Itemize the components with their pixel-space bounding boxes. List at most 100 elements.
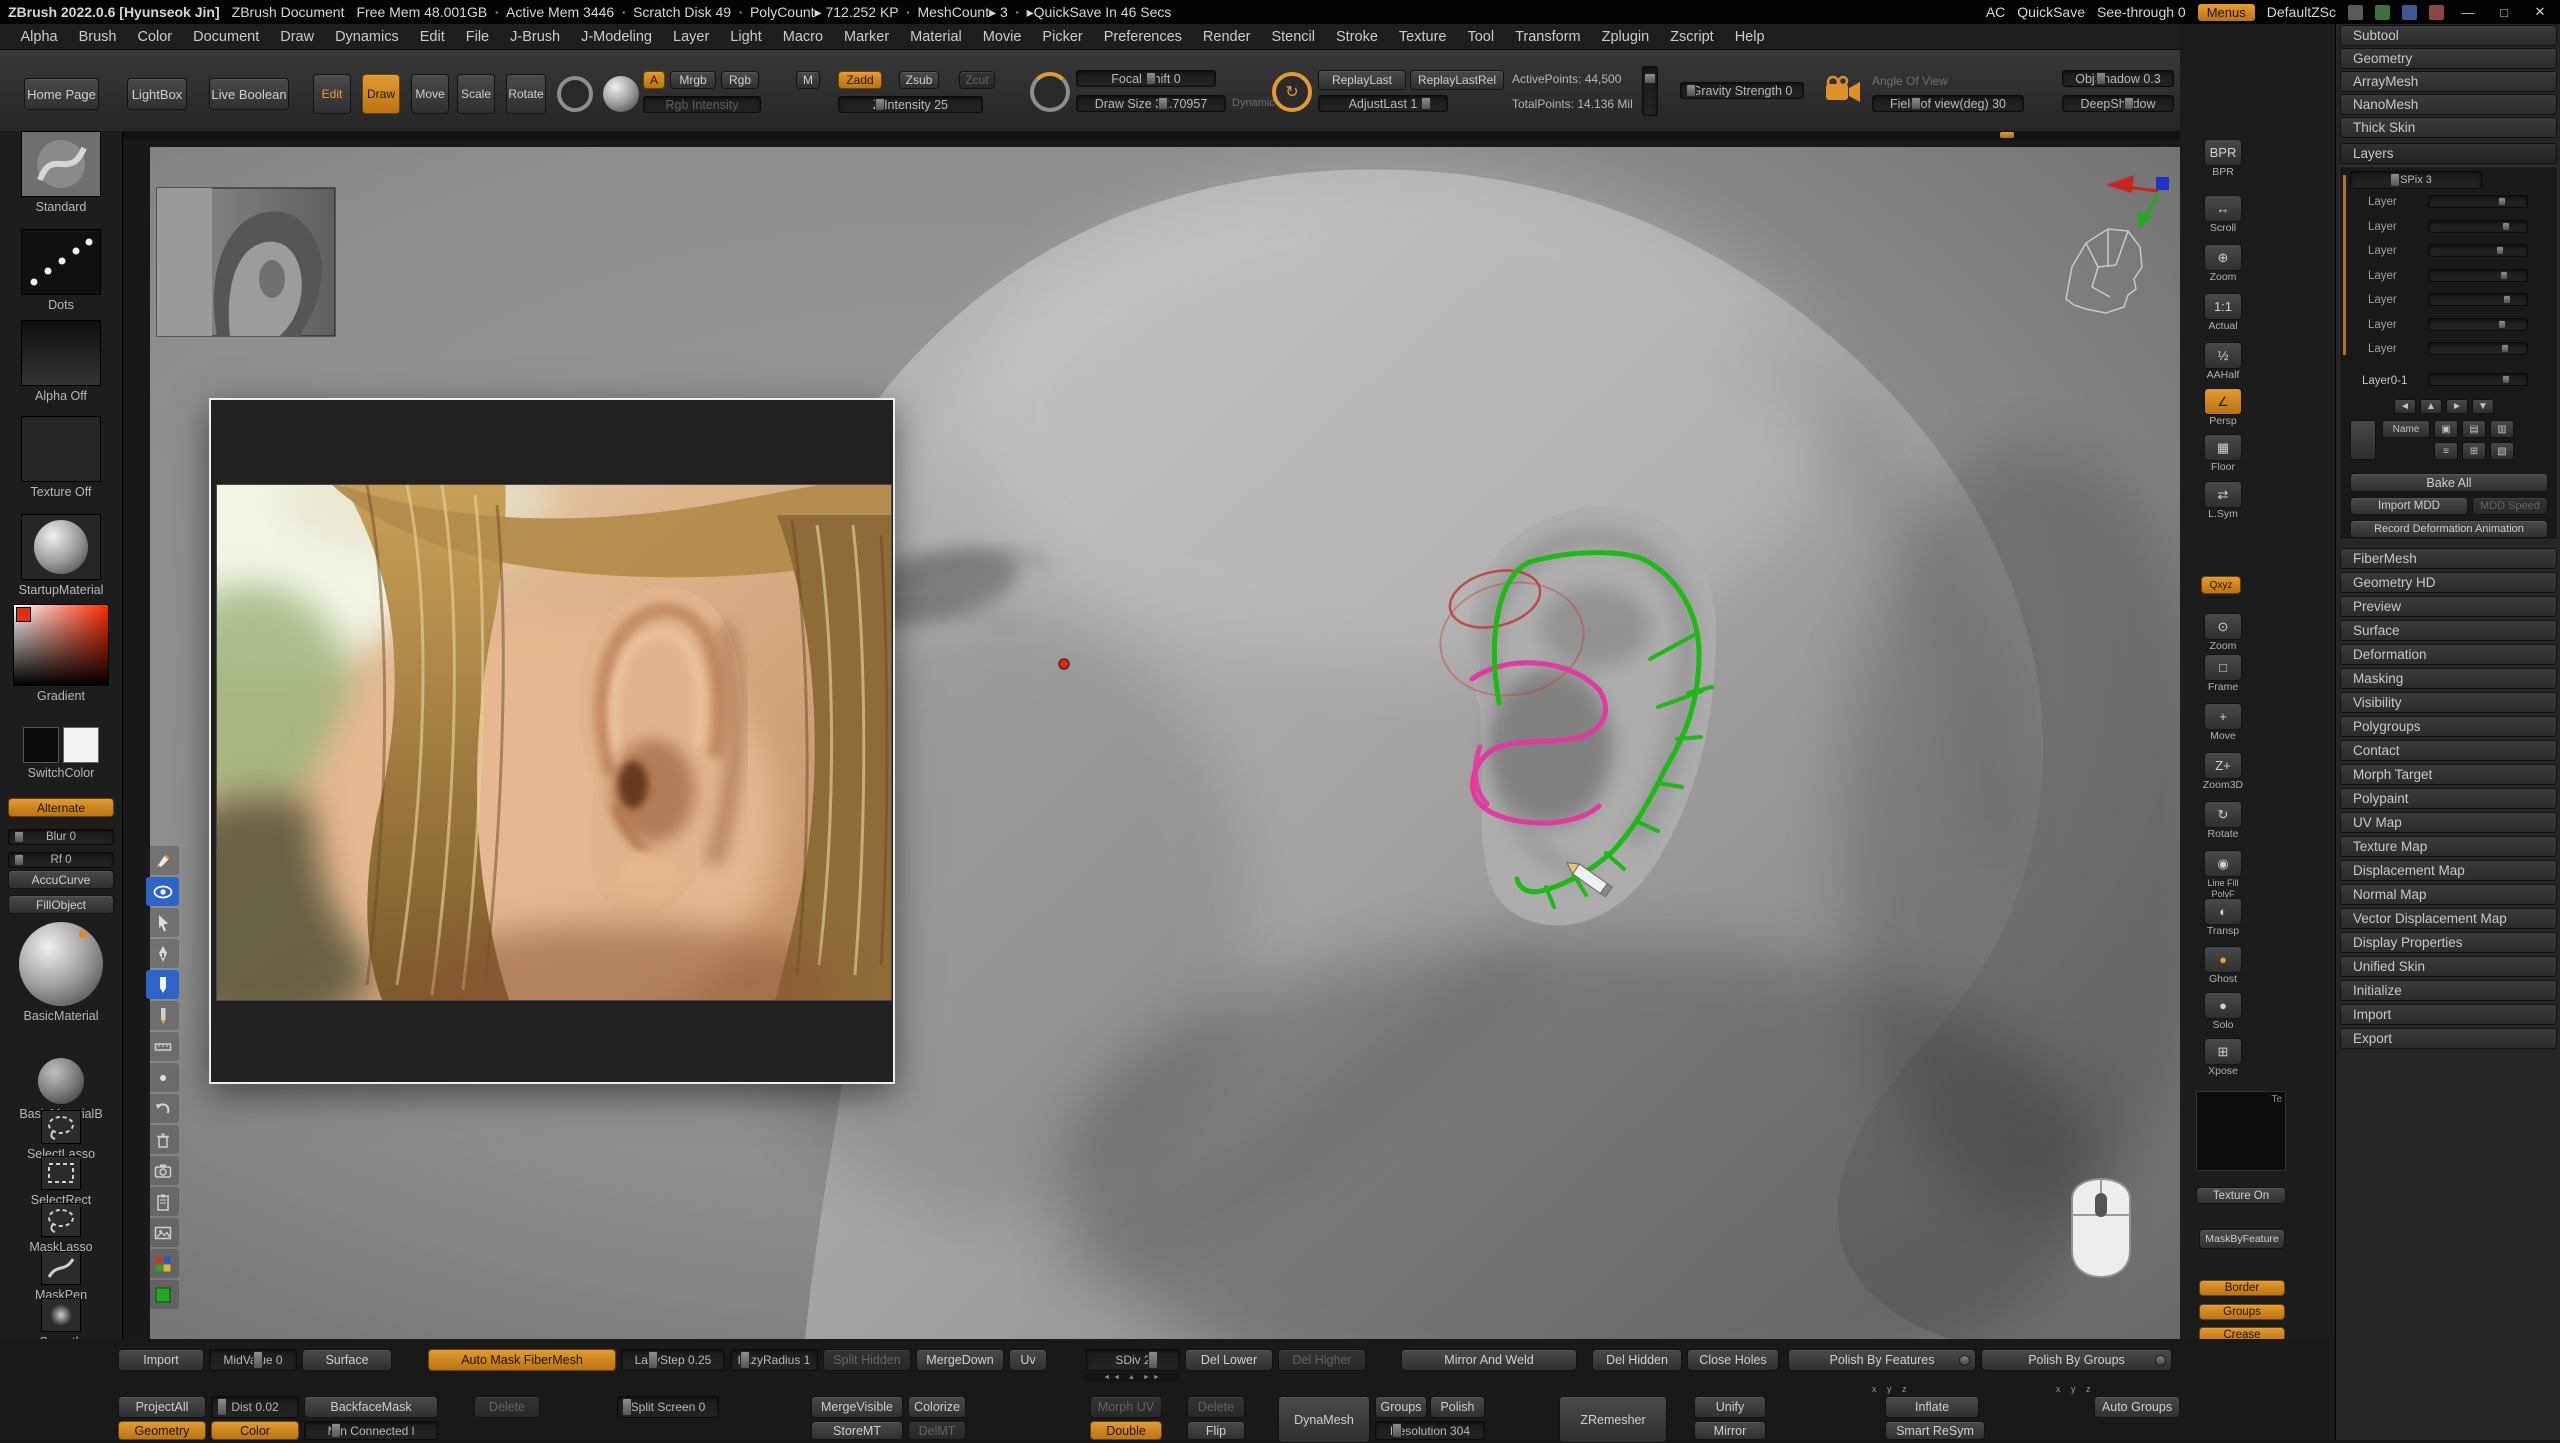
material-sphere-icon[interactable]	[603, 76, 639, 112]
del-hidden-button[interactable]: Del Hidden	[1592, 1349, 1682, 1371]
layer-row-slider[interactable]	[2428, 293, 2528, 306]
layer-icon-button-3[interactable]: ≡	[2434, 442, 2458, 460]
thumb-standard[interactable]	[21, 131, 101, 197]
layer-row-slider[interactable]	[2428, 269, 2528, 282]
close-holes-button[interactable]: Close Holes	[1687, 1349, 1779, 1371]
layer-nav-0[interactable]: ◄	[2394, 399, 2416, 414]
section-export[interactable]: Export	[2340, 1028, 2557, 1049]
alternate-button[interactable]: Alternate	[8, 798, 114, 817]
blur-0-slider[interactable]: Blur 0	[8, 829, 114, 845]
color-swatch-white[interactable]	[63, 727, 99, 763]
thumb-selectrect[interactable]	[41, 1156, 81, 1190]
layer-icon-button-2[interactable]: ▥	[2490, 420, 2514, 438]
layer-nav-3[interactable]: ▼	[2472, 399, 2494, 414]
menu-marker[interactable]: Marker	[834, 29, 900, 45]
m-button[interactable]: M	[796, 71, 820, 89]
menu-stroke[interactable]: Stroke	[1326, 29, 1389, 45]
double-button[interactable]: Double	[1090, 1421, 1162, 1440]
menus-button[interactable]: Menus	[2198, 4, 2255, 21]
right-shelf-bpr[interactable]: BPRBPR	[2201, 139, 2245, 178]
section-preview[interactable]: Preview	[2340, 596, 2557, 617]
right-shelf-scroll[interactable]: ↔Scroll	[2201, 195, 2245, 234]
layer-big-icon-button[interactable]	[2350, 420, 2376, 460]
reference-thumbnail[interactable]	[157, 188, 335, 336]
section-initialize[interactable]: Initialize	[2340, 980, 2557, 1001]
section-import[interactable]: Import	[2340, 1004, 2557, 1025]
lazyradius-1-slider[interactable]: LazyRadius 1	[730, 1349, 818, 1371]
right-shelf-ghost[interactable]: ●Ghost	[2201, 946, 2245, 985]
dist-0-02-slider[interactable]: Dist 0.02	[211, 1396, 299, 1418]
move-button[interactable]: Move	[411, 74, 449, 114]
section-morph-target[interactable]: Morph Target	[2340, 764, 2557, 785]
thumb-texture-off[interactable]	[21, 416, 101, 482]
points-vertical-slider[interactable]	[1642, 66, 1658, 116]
section-surface[interactable]: Surface	[2340, 620, 2557, 641]
draw-size-slider[interactable]: Draw Size 32.70957	[1076, 95, 1226, 112]
field-of-view-slider[interactable]: Field of view(deg) 30	[1872, 95, 2024, 112]
color-button[interactable]: Color	[211, 1421, 299, 1440]
camera-icon[interactable]	[1822, 72, 1864, 112]
switch-color[interactable]	[0, 727, 122, 763]
menu-stencil[interactable]: Stencil	[1261, 29, 1326, 45]
right-shelf-solo[interactable]: ●Solo	[2201, 992, 2245, 1031]
menu-draw[interactable]: Draw	[270, 29, 325, 45]
reference-image-window[interactable]	[209, 398, 895, 1084]
home-page-button[interactable]: Home Page	[24, 78, 99, 110]
right-shelf-floor[interactable]: ▦Floor	[2201, 434, 2245, 473]
menu-zscript[interactable]: Zscript	[1660, 29, 1725, 45]
mdd-speed-button[interactable]: MDD Speed	[2472, 497, 2548, 515]
clipboard-icon[interactable]	[146, 1187, 179, 1216]
thumb-alpha-off[interactable]	[21, 320, 101, 386]
menu-alpha[interactable]: Alpha	[10, 29, 68, 45]
a-button[interactable]: A	[643, 71, 665, 89]
section-thick-skin[interactable]: Thick Skin	[2340, 117, 2557, 138]
layer-icon-button-5[interactable]: ▧	[2490, 442, 2514, 460]
colorize-button[interactable]: Colorize	[908, 1396, 966, 1418]
pencil-icon[interactable]	[146, 1001, 179, 1030]
midvalue-0-slider[interactable]: MidValue 0	[209, 1349, 297, 1371]
groups-button[interactable]: Groups	[1375, 1396, 1427, 1418]
right-shelf-move[interactable]: +Move	[2201, 703, 2245, 742]
inflate-button[interactable]: Inflate	[1885, 1396, 1979, 1418]
border-button[interactable]: Border	[2199, 1280, 2285, 1296]
menu-document[interactable]: Document	[183, 29, 270, 45]
menu-macro[interactable]: Macro	[772, 29, 833, 45]
color-picker[interactable]	[13, 604, 109, 686]
thumb-smooth[interactable]	[41, 1298, 81, 1332]
sdiv-2-slider[interactable]: SDiv 2	[1086, 1349, 1180, 1371]
projectall-button[interactable]: ProjectAll	[118, 1396, 206, 1418]
menu-file[interactable]: File	[455, 29, 499, 45]
dot-icon[interactable]	[146, 1063, 179, 1092]
material-sphere-small[interactable]	[38, 1058, 84, 1104]
zadd-button[interactable]: Zadd	[838, 71, 882, 89]
layer-base-slider[interactable]	[2428, 373, 2528, 386]
right-shelf-l-sym[interactable]: ⇄L.Sym	[2201, 481, 2245, 520]
mirror-button[interactable]: Mirror	[1694, 1421, 1766, 1440]
thumb-selectlasso[interactable]	[41, 1110, 81, 1144]
layer-row-slider[interactable]	[2428, 220, 2528, 233]
menu-movie[interactable]: Movie	[972, 29, 1032, 45]
photo-icon[interactable]	[146, 1218, 179, 1247]
angle-of-view-label[interactable]: Angle Of View	[1872, 74, 1948, 88]
axis-toggle-0[interactable]: x y z	[1872, 1384, 1911, 1394]
import-mdd-button[interactable]: Import MDD	[2350, 497, 2468, 515]
menu-texture[interactable]: Texture	[1388, 29, 1457, 45]
live-boolean-button[interactable]: Live Boolean	[209, 78, 289, 110]
smart-resym-button[interactable]: Smart ReSym	[1885, 1421, 1985, 1440]
brush-preview-icon[interactable]	[557, 76, 593, 112]
section-polygroups[interactable]: Polygroups	[2340, 716, 2557, 737]
titlebar-icon-red[interactable]	[2429, 5, 2444, 20]
layer-row-slider[interactable]	[2428, 318, 2528, 331]
right-shelf-zoom[interactable]: ⊕Zoom	[2201, 244, 2245, 283]
mergedown-button[interactable]: MergeDown	[916, 1349, 1004, 1371]
color-swatch-black[interactable]	[23, 727, 59, 763]
thumb-maskpen[interactable]	[41, 1251, 81, 1285]
layer-icon-button-1[interactable]: ▤	[2462, 420, 2486, 438]
bake-all-button[interactable]: Bake All	[2350, 473, 2548, 492]
menu-edit[interactable]: Edit	[409, 29, 455, 45]
titlebar-icon-blue[interactable]	[2402, 5, 2417, 20]
section-normal-map[interactable]: Normal Map	[2340, 884, 2557, 905]
ruler-icon[interactable]	[146, 1032, 179, 1061]
backfacemask-button[interactable]: BackfaceMask	[304, 1396, 438, 1418]
layer-nav-2[interactable]: ►	[2446, 399, 2468, 414]
